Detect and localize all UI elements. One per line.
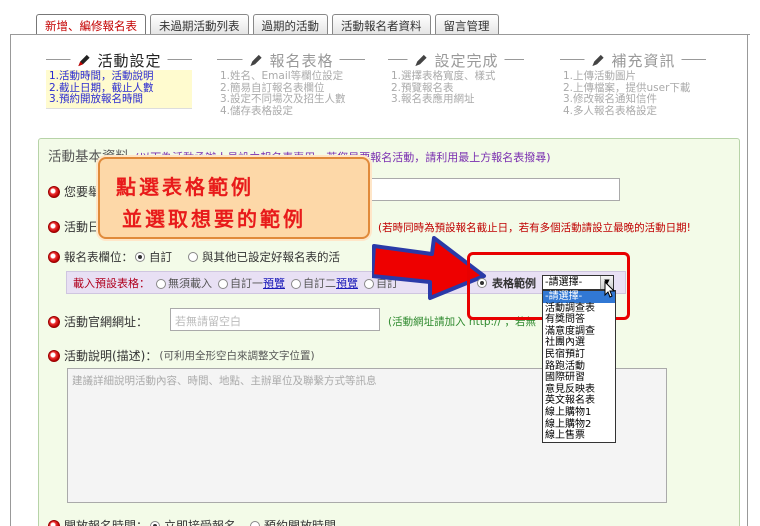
preset-custom1-radio[interactable] (218, 278, 228, 289)
step-item: 3.報名表應用網址 (391, 93, 475, 105)
preset-custom2-preview-link[interactable]: 預覽 (336, 277, 358, 290)
callout-line1: 點選表格範例 (116, 175, 254, 199)
form-fields-label: 報名表欄位： (64, 250, 133, 264)
step-item: 4.多人報名表格設定 (563, 104, 658, 117)
pencil-icon (250, 54, 262, 67)
url-input[interactable]: 若無請留空白 (170, 308, 380, 331)
sample-form-option: 表格範例 (477, 275, 536, 291)
step-extra-info[interactable]: 補充資訊 1.上傳活動圖片 2.上傳檔案，提供user下載 3.修改報名通知信件… (560, 50, 706, 124)
tab-bar: 新增、編修報名表 未過期活動列表 過期的活動 活動報名者資料 留言管理 (36, 14, 499, 35)
step-item: 1.上傳活動圖片 (563, 70, 637, 82)
tab-messages[interactable]: 留言管理 (434, 14, 499, 35)
url-label: 活動官網網址： (64, 315, 149, 329)
open-now-label: 立即接受報名 (164, 519, 237, 526)
tab-active-events[interactable]: 未過期活動列表 (150, 14, 249, 35)
cursor-icon (604, 281, 616, 298)
step-event-settings[interactable]: 活動設定 1.活動時間，活動說明 2.截止日期，截止人數 3.預約開放報名時間 (46, 50, 192, 124)
open-registration-row: 開放報名時間： 立即接受報名 預約開放時間 (48, 517, 336, 526)
event-date-row: 活動日 (48, 218, 100, 235)
callout-line2: 並選取想要的範例 (122, 207, 306, 231)
select-value: -請選擇- (545, 277, 583, 288)
form-custom-radio[interactable] (135, 252, 145, 262)
dropdown-option[interactable]: 路跑活動 (543, 361, 615, 373)
step-title: 報名表格 (269, 52, 334, 70)
form-other-radio[interactable] (188, 252, 198, 262)
sample-form-label: 表格範例 (492, 277, 536, 290)
open-registration-label: 開放報名時間： (64, 519, 149, 526)
instruction-callout: 點選表格範例 並選取想要的範例 (98, 157, 370, 239)
red-bullet-icon (48, 349, 60, 362)
step-title: 活動設定 (97, 52, 162, 70)
tab-registrants[interactable]: 活動報名者資料 (332, 14, 431, 35)
step-item: 4.儲存表格設定 (220, 104, 294, 117)
dropdown-option[interactable]: 民宿預訂 (543, 349, 615, 361)
pencil-icon (592, 54, 604, 67)
step-form-fields[interactable]: 報名表格 1.姓名、Email等欄位設定 2.簡易自訂報名表欄位 3.設定不同場… (217, 50, 365, 124)
description-hint: (可利用全形空白來調整文字位置) (159, 350, 315, 362)
description-label: 活動說明(描述)： (64, 349, 158, 363)
red-bullet-icon (48, 251, 60, 263)
step-item: 3.修改報名通知信件 (563, 93, 658, 105)
dropdown-option[interactable]: 有獎問答 (543, 314, 615, 326)
step-setup-complete[interactable]: 設定完成 1.選擇表格寬度、樣式 2.預覽報名表 3.報名表應用網址 (388, 50, 524, 124)
description-row: 活動說明(描述)： (可利用全形空白來調整文字位置) (48, 347, 315, 364)
step-item: 3.預約開放報名時間 (49, 93, 144, 105)
preset-custom1-preview-link[interactable]: 預覽 (263, 277, 285, 290)
red-bullet-icon (48, 519, 60, 526)
form-custom-label: 自訂 (149, 250, 172, 264)
dropdown-option[interactable]: 滿意度調查 (543, 326, 615, 338)
red-bullet-icon (48, 185, 60, 198)
event-date-label: 活動日 (64, 220, 101, 234)
dropdown-option[interactable]: 線上購物2 (543, 419, 615, 431)
step-item: 1.選擇表格寬度、樣式 (391, 70, 496, 82)
preset-custom2-label: 自訂二 (303, 276, 336, 290)
form-other-label: 與其他已設定好報名表的活 (202, 250, 340, 264)
url-row: 活動官網網址： (48, 313, 148, 330)
step-title: 設定完成 (434, 52, 499, 70)
sample-form-dropdown: -請選擇- 活動調查表 有獎問答 滿意度調查 社團內選 民宿預訂 路跑活動 國際… (542, 290, 616, 443)
sample-form-radio[interactable] (477, 278, 487, 288)
step-item: 3.設定不同場次及招生人數 (220, 93, 346, 105)
open-scheduled-radio[interactable] (250, 520, 261, 526)
pencil-icon (415, 54, 427, 67)
tab-expired-events[interactable]: 過期的活動 (252, 14, 328, 35)
dropdown-option[interactable]: 線上售票 (543, 430, 615, 442)
open-scheduled-label: 預約開放時間 (264, 519, 337, 526)
dropdown-option[interactable]: 意見反映表 (543, 384, 615, 396)
step-title: 補充資訊 (611, 52, 676, 70)
preset-none-radio[interactable] (156, 278, 166, 289)
tab-new-edit-form[interactable]: 新增、編修報名表 (36, 14, 146, 35)
pencil-icon (78, 54, 90, 67)
preset-custom1-label: 自訂一 (230, 276, 263, 290)
step-item: 1.活動時間，活動說明 (49, 70, 154, 82)
preset-custom2-radio[interactable] (291, 278, 301, 289)
preset-none-label: 無須載入 (168, 276, 212, 290)
red-bullet-icon (48, 220, 60, 233)
dropdown-option[interactable]: 英文報名表 (543, 395, 615, 407)
step-item: 1.姓名、Email等欄位設定 (220, 70, 344, 82)
preset-label: 載入預設表格： (73, 276, 150, 290)
form-fields-row: 報名表欄位： 自訂 與其他已設定好報名表的活 (48, 249, 340, 265)
event-name-input[interactable] (364, 178, 620, 201)
dropdown-option[interactable]: 活動調查表 (543, 303, 615, 315)
red-bullet-icon (48, 315, 60, 328)
dropdown-option[interactable]: 社團內選 (543, 337, 615, 349)
dropdown-option[interactable]: 國際研習 (543, 372, 615, 384)
dropdown-option[interactable]: 線上購物1 (543, 407, 615, 419)
open-now-radio[interactable] (150, 520, 161, 526)
